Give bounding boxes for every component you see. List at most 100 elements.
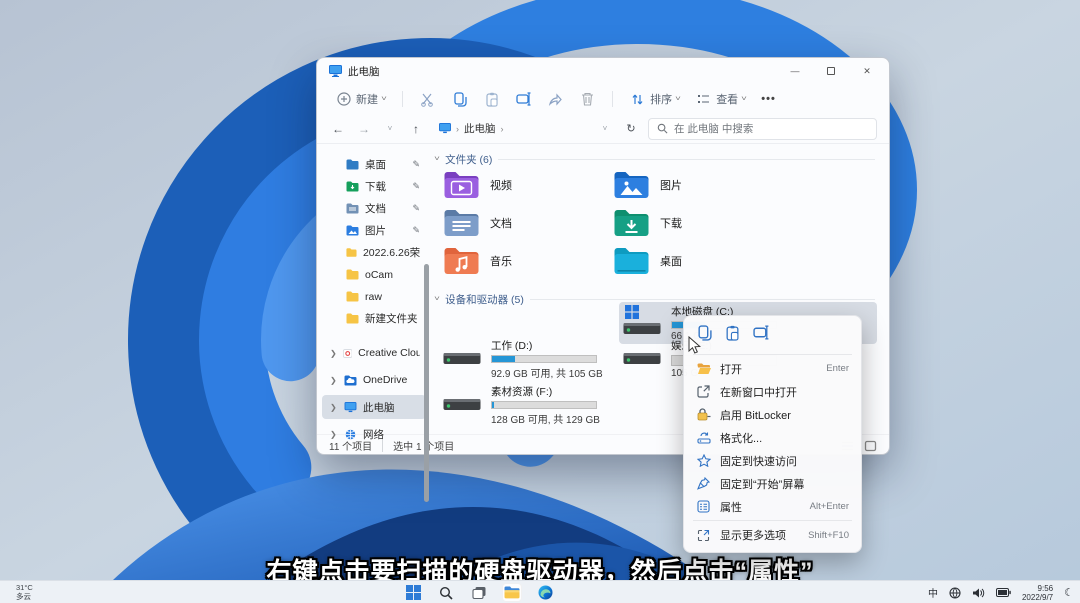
- downloads-folder-icon: [613, 208, 650, 238]
- rename-button[interactable]: [511, 88, 536, 111]
- copy-button[interactable]: [447, 88, 472, 111]
- sidebar-item-folder[interactable]: 2022.6.26荣誉: [322, 242, 426, 263]
- chevron-right-icon[interactable]: ❯: [330, 403, 338, 412]
- forward-button[interactable]: →: [355, 122, 373, 136]
- window-title: 此电脑: [348, 64, 380, 79]
- close-button[interactable]: ✕: [849, 59, 885, 83]
- chevron-right-icon[interactable]: ❯: [330, 430, 338, 439]
- mouse-cursor: [688, 336, 701, 355]
- paste-icon: [725, 325, 740, 341]
- rename-icon: [753, 325, 770, 340]
- this-pc-icon: [344, 402, 357, 413]
- folder-tile-desktop[interactable]: 桌面: [613, 244, 778, 278]
- rename-button[interactable]: [753, 325, 770, 346]
- file-explorer-icon: [504, 586, 520, 599]
- battery-icon[interactable]: [996, 588, 1011, 597]
- history-chevron-icon[interactable]: ˅: [381, 124, 399, 133]
- folder-tile-documents[interactable]: 文档: [443, 206, 608, 240]
- menu-item-open[interactable]: 打开 Enter: [689, 357, 856, 380]
- cut-button[interactable]: [415, 88, 440, 111]
- folder-open-icon: [696, 361, 711, 376]
- menu-item-open-new-window[interactable]: 在新窗口中打开: [689, 380, 856, 403]
- desktop-folder-icon: [613, 246, 650, 276]
- edge-browser-button[interactable]: [535, 583, 555, 602]
- sidebar-item-documents[interactable]: 文档 ✎: [322, 198, 426, 219]
- maximize-button[interactable]: [813, 59, 849, 83]
- breadcrumb-root[interactable]: 此电脑: [464, 121, 496, 136]
- large-icons-view-button[interactable]: [864, 440, 877, 452]
- folder-tile-music[interactable]: 音乐: [443, 244, 608, 278]
- this-pc-window-icon: [329, 65, 342, 77]
- drive-tile-f[interactable]: 素材资源 (F:) 128 GB 可用, 共 129 GB: [439, 382, 615, 428]
- breadcrumb[interactable]: › 此电脑 ›: [433, 118, 588, 140]
- sidebar-item-folder[interactable]: raw: [322, 286, 426, 307]
- view-button-label: 查看: [716, 91, 738, 107]
- desktop-folder-icon: [346, 159, 359, 170]
- task-view-button[interactable]: [469, 583, 489, 602]
- usage-bar-d: [491, 355, 597, 363]
- window-titlebar[interactable]: 此电脑 — ✕: [317, 58, 889, 84]
- search-input[interactable]: [674, 123, 868, 135]
- sidebar-item-folder[interactable]: 新建文件夹: [322, 308, 426, 329]
- volume-icon[interactable]: [972, 587, 985, 599]
- folder-tile-pictures[interactable]: 图片: [613, 168, 778, 202]
- menu-item-format[interactable]: 格式化...: [689, 426, 856, 449]
- context-menu: 打开 Enter 在新窗口中打开 启用 BitLocker 格式化... 固定到…: [683, 315, 862, 553]
- sidebar-item-creative-cloud[interactable]: ❯ Creative Cloud F: [322, 341, 426, 365]
- menu-item-show-more-options[interactable]: 显示更多选项 Shift+F10: [689, 523, 856, 547]
- documents-folder-icon: [443, 208, 480, 238]
- sidebar-item-folder[interactable]: oCam: [322, 264, 426, 285]
- search-icon: [657, 123, 668, 134]
- network-icon[interactable]: [949, 587, 961, 599]
- search-icon: [439, 586, 453, 600]
- share-button[interactable]: [543, 88, 568, 111]
- sort-button[interactable]: 排序 ˅: [625, 88, 684, 111]
- breadcrumb-separator: ›: [501, 124, 504, 134]
- windows-start-icon: [406, 585, 421, 600]
- network-icon: [344, 429, 357, 440]
- folder-tile-downloads[interactable]: 下载: [613, 206, 778, 240]
- bitlocker-lock-icon: [696, 407, 711, 422]
- edge-icon: [538, 585, 553, 600]
- paste-button[interactable]: [725, 325, 740, 346]
- clock[interactable]: 9:56 2022/9/7: [1022, 584, 1053, 602]
- search-button[interactable]: [436, 583, 456, 602]
- start-button[interactable]: [403, 583, 423, 602]
- sidebar-scrollbar[interactable]: [424, 264, 429, 502]
- share-icon: [547, 91, 564, 108]
- address-dropdown-icon[interactable]: ˅: [596, 124, 614, 133]
- menu-item-pin-quick-access[interactable]: 固定到快速访问: [689, 449, 856, 472]
- sidebar-item-network[interactable]: ❯ 网络: [322, 422, 426, 446]
- menu-divider: [693, 354, 852, 355]
- file-explorer-button[interactable]: [502, 583, 522, 602]
- sidebar-item-this-pc[interactable]: ❯ 此电脑: [322, 395, 426, 419]
- chevron-right-icon[interactable]: ❯: [330, 376, 338, 385]
- see-more-button[interactable]: •••: [757, 90, 780, 108]
- delete-button[interactable]: [575, 88, 600, 111]
- folder-tile-videos[interactable]: 视频: [443, 168, 608, 202]
- paste-button[interactable]: [479, 88, 504, 111]
- sidebar-item-downloads[interactable]: 下载 ✎: [322, 176, 426, 197]
- sidebar-item-desktop[interactable]: 桌面 ✎: [322, 154, 426, 175]
- menu-item-properties[interactable]: 属性 Alt+Enter: [689, 495, 856, 518]
- new-button[interactable]: 新建 ˅: [331, 88, 390, 111]
- search-box[interactable]: [648, 118, 877, 140]
- menu-item-enable-bitlocker[interactable]: 启用 BitLocker: [689, 403, 856, 426]
- weather-widget[interactable]: 31°C 多云: [16, 583, 33, 601]
- ime-indicator[interactable]: 中: [928, 585, 938, 600]
- view-button[interactable]: 查看 ˅: [691, 88, 750, 111]
- sidebar-item-onedrive[interactable]: ❯ OneDrive: [322, 368, 426, 392]
- sidebar-item-pictures[interactable]: 图片 ✎: [322, 220, 426, 241]
- refresh-button[interactable]: ↻: [622, 122, 640, 135]
- menu-item-pin-to-start[interactable]: 固定到“开始”屏幕: [689, 472, 856, 495]
- back-button[interactable]: ←: [329, 122, 347, 136]
- folders-section-header[interactable]: ˅ 文件夹 (6): [435, 152, 875, 167]
- focus-assist-moon-icon[interactable]: ☾: [1064, 586, 1074, 599]
- windows-logo-icon: [625, 305, 639, 319]
- creative-cloud-icon: [343, 348, 352, 359]
- chevron-down-icon: ˅: [434, 156, 440, 163]
- chevron-right-icon[interactable]: ❯: [330, 349, 337, 358]
- drive-tile-d[interactable]: 工作 (D:) 92.9 GB 可用, 共 105 GB: [439, 336, 615, 382]
- minimize-button[interactable]: —: [777, 59, 813, 83]
- up-button[interactable]: ↑: [407, 122, 425, 136]
